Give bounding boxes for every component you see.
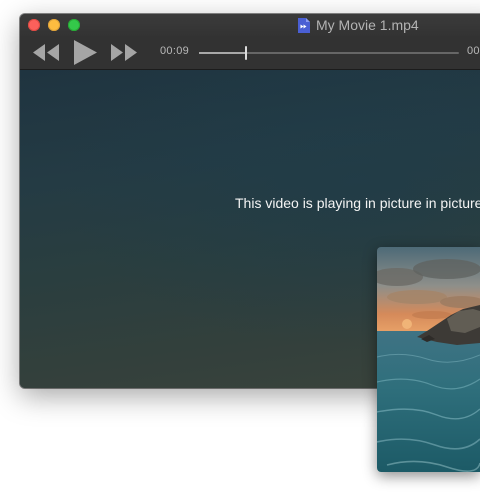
end-time: 00: [467, 45, 480, 57]
playback-toolbar: 00:09 00: [20, 36, 480, 70]
window-title-text: My Movie 1.mp4: [316, 17, 419, 33]
fast-forward-icon[interactable]: [111, 44, 137, 61]
pip-message: This video is playing in picture in pict…: [235, 195, 480, 211]
zoom-button[interactable]: [68, 19, 80, 31]
scrubber-handle[interactable]: [244, 46, 247, 60]
minimize-button[interactable]: [48, 19, 60, 31]
title-bar[interactable]: My Movie 1.mp4: [20, 14, 480, 36]
pip-video-window[interactable]: [377, 247, 480, 472]
scrubber-track[interactable]: [199, 46, 459, 60]
current-time: 00:09: [160, 45, 190, 57]
play-icon[interactable]: [73, 40, 97, 65]
movie-document-icon: [298, 17, 310, 33]
scrubber-progress: [199, 52, 246, 54]
close-button[interactable]: [28, 19, 40, 31]
rewind-icon[interactable]: [33, 44, 59, 61]
pip-video-frame: [377, 247, 480, 472]
window-title: My Movie 1.mp4: [297, 16, 419, 34]
